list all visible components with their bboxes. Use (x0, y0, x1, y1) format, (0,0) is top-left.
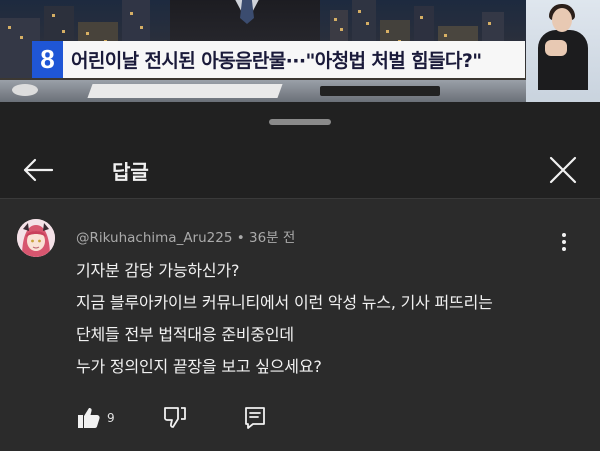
interpreter-body (538, 30, 588, 90)
meta-separator: • (232, 230, 249, 246)
desk-papers (87, 84, 283, 98)
like-count: 9 (107, 411, 115, 425)
thumbs-down-icon (163, 407, 186, 428)
reply-icon (245, 407, 265, 429)
close-button[interactable] (541, 150, 585, 190)
more-options-button[interactable] (552, 227, 576, 257)
sheet-header: 답글 (0, 146, 600, 196)
desk-keyboard (320, 86, 440, 96)
comment-actions: 9 (76, 405, 276, 431)
sheet-drag-handle[interactable] (269, 119, 331, 125)
close-icon (549, 156, 577, 184)
more-vert-icon (562, 233, 566, 251)
interpreter-head (552, 8, 572, 32)
reply-button[interactable] (243, 405, 267, 431)
comment-author[interactable]: @Rikuhachima_Aru225 (76, 230, 232, 246)
news-caption: 어린이날 전시된 아동음란물···"아청법 처벌 힘들다?" (71, 50, 482, 72)
comment-timestamp[interactable]: 36분 전 (249, 230, 295, 246)
channel-logo: 8 (32, 41, 63, 78)
thumbs-up-icon (78, 408, 100, 428)
back-arrow-icon (23, 158, 54, 182)
avatar[interactable] (17, 219, 55, 257)
comment-text-line: 기자분 감당 가능하신가? (76, 261, 240, 280)
comment-meta: @Rikuhachima_Aru225 • 36분 전 (76, 226, 295, 246)
comment-text-line: 누가 정의인지 끝장을 보고 싶으세요? (76, 357, 322, 376)
dislike-button[interactable] (162, 405, 188, 431)
comment-text-line: 지금 블루아카이브 커뮤니티에서 이런 악성 뉴스, 기사 퍼뜨리는 (76, 293, 493, 312)
desk-mouse (12, 84, 38, 96)
comment-item: @Rikuhachima_Aru225 • 36분 전 기자분 감당 가능하신가… (0, 199, 600, 451)
avatar-image (17, 219, 55, 257)
back-button[interactable] (18, 150, 58, 190)
video-player[interactable]: 8 어린이날 전시된 아동음란물···"아청법 처벌 힘들다?" (0, 0, 600, 102)
news-caption-bar: 8 어린이날 전시된 아동음란물···"아청법 처벌 힘들다?" (32, 41, 525, 78)
comment-text-line: 단체들 전부 법적대응 준비중인데 (76, 325, 294, 344)
sheet-title: 답글 (112, 160, 149, 184)
like-button[interactable] (76, 405, 102, 431)
replies-sheet: 답글 @Rikuhachima_Aru225 • 36분 전 기자분 감당 가능… (0, 102, 600, 451)
interpreter-hands (545, 40, 567, 56)
